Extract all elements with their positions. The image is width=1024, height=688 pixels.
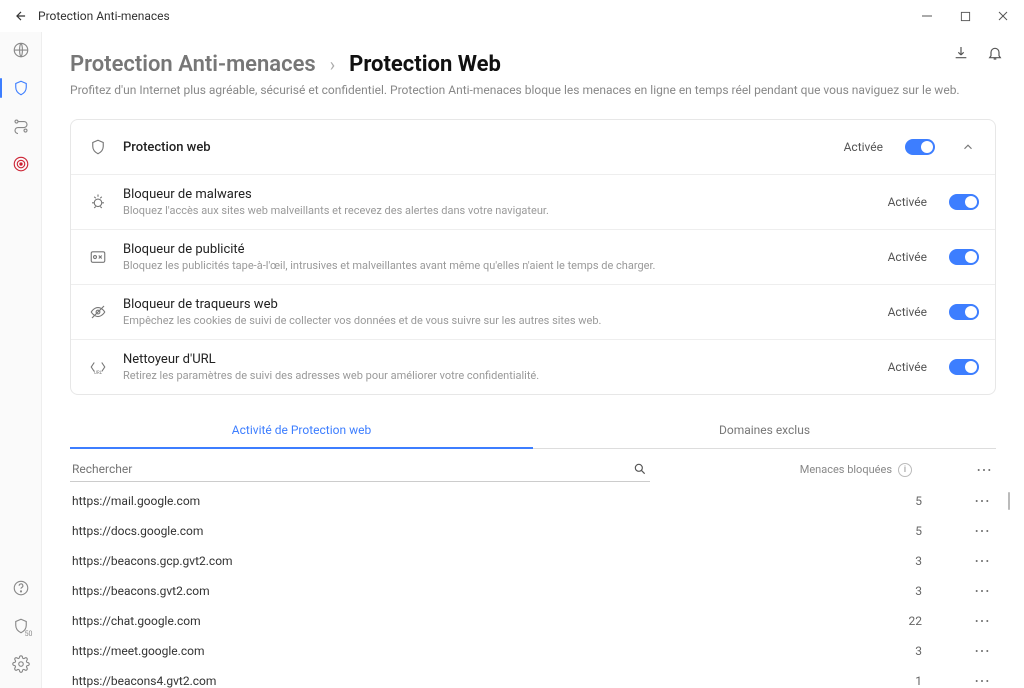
- table-row: https://mail.google.com5 ⋯: [70, 486, 996, 516]
- row-title: Nettoyeur d'URL: [123, 352, 874, 367]
- titlebar: Protection Anti-menaces: [0, 0, 1024, 32]
- top-right-actions: [952, 44, 1004, 62]
- row-count: 5: [652, 524, 930, 538]
- row-description: Empêchez les cookies de suivi de collect…: [123, 314, 874, 327]
- url-icon: URL: [87, 358, 109, 376]
- eye-off-icon: [87, 303, 109, 321]
- row-domain: https://beacons.gvt2.com: [72, 584, 652, 598]
- search-input[interactable]: [72, 462, 632, 476]
- search-icon[interactable]: [632, 461, 648, 477]
- table-header-menu[interactable]: ⋯: [972, 465, 996, 475]
- info-icon[interactable]: i: [898, 463, 912, 477]
- shield-outline-icon: [87, 138, 109, 156]
- row-title: Bloqueur de malwares: [123, 187, 874, 202]
- row-menu[interactable]: ⋯: [970, 676, 994, 686]
- row-description: Bloquez l'accès aux sites web malveillan…: [123, 204, 874, 217]
- breadcrumb-parent[interactable]: Protection Anti-menaces: [70, 52, 316, 77]
- toggle-web-protection[interactable]: [905, 139, 935, 155]
- download-icon[interactable]: [952, 44, 970, 62]
- bell-icon[interactable]: [986, 44, 1004, 62]
- row-menu[interactable]: ⋯: [970, 556, 994, 566]
- nav-shield-icon[interactable]: [11, 78, 31, 98]
- nav-target-icon[interactable]: [11, 154, 31, 174]
- page-title: Protection Web: [349, 52, 501, 77]
- row-count: 3: [652, 554, 930, 568]
- page-subtitle: Profitez d'un Internet plus agréable, sé…: [70, 83, 996, 97]
- row-url-cleaner: URL Nettoyeur d'URL Retirez les paramètr…: [71, 339, 995, 394]
- nav-shield-badge: 50: [25, 630, 33, 638]
- nav-globe-icon[interactable]: [11, 40, 31, 60]
- row-menu[interactable]: ⋯: [970, 526, 994, 536]
- row-count: 3: [652, 584, 930, 598]
- row-web-protection: Protection web Activée: [71, 120, 995, 174]
- row-status: Activée: [888, 305, 927, 319]
- row-menu[interactable]: ⋯: [970, 496, 994, 506]
- back-button[interactable]: [12, 7, 30, 25]
- toggle-ad-blocker[interactable]: [949, 249, 979, 265]
- row-domain: https://mail.google.com: [72, 494, 652, 508]
- table-row: https://beacons.gcp.gvt2.com3 ⋯: [70, 546, 996, 576]
- row-menu[interactable]: ⋯: [970, 616, 994, 626]
- minimize-button[interactable]: [918, 7, 936, 25]
- scrollbar-thumb[interactable]: [1008, 492, 1010, 510]
- row-count: 22: [652, 614, 930, 628]
- nav-help-icon[interactable]: [11, 578, 31, 598]
- nav-route-icon[interactable]: [11, 116, 31, 136]
- toggle-tracker-blocker[interactable]: [949, 304, 979, 320]
- row-domain: https://beacons.gcp.gvt2.com: [72, 554, 652, 568]
- window-title: Protection Anti-menaces: [38, 9, 170, 23]
- ad-block-icon: [87, 248, 109, 266]
- close-button[interactable]: [994, 7, 1012, 25]
- row-status: Activée: [888, 250, 927, 264]
- toggle-url-cleaner[interactable]: [949, 359, 979, 375]
- maximize-button[interactable]: [956, 7, 974, 25]
- column-header-threats: Menaces bloquées i: [670, 463, 912, 477]
- activity-table: https://mail.google.com5⋯https://docs.go…: [70, 486, 996, 688]
- toggle-malware-blocker[interactable]: [949, 194, 979, 210]
- row-description: Bloquez les publicités tape-à-l'œil, int…: [123, 259, 874, 272]
- table-header-row: Menaces bloquées i ⋯: [70, 457, 996, 482]
- tabbar: Activité de Protection web Domaines excl…: [70, 413, 996, 449]
- window-controls: [918, 7, 1012, 25]
- row-domain: https://chat.google.com: [72, 614, 652, 628]
- row-menu[interactable]: ⋯: [970, 646, 994, 656]
- main-content: Protection Anti-menaces › Protection Web…: [42, 32, 1024, 688]
- tab-activity[interactable]: Activité de Protection web: [70, 413, 533, 449]
- row-status: Activée: [888, 195, 927, 209]
- row-malware-blocker: Bloqueur de malwares Bloquez l'accès aux…: [71, 174, 995, 229]
- nav-shield-count-icon[interactable]: 50: [11, 616, 31, 636]
- table-row: https://beacons.gvt2.com3 ⋯: [70, 576, 996, 606]
- bug-icon: [87, 193, 109, 211]
- table-row: https://chat.google.com22 ⋯: [70, 606, 996, 636]
- settings-card: Protection web Activée Bloqueur de malwa…: [70, 119, 996, 395]
- chevron-right-icon: ›: [330, 55, 335, 76]
- row-title: Bloqueur de publicité: [123, 242, 874, 257]
- tab-excluded-domains[interactable]: Domaines exclus: [533, 413, 996, 449]
- row-title: Protection web: [123, 140, 830, 155]
- table-row: https://beacons4.gvt2.com1 ⋯: [70, 666, 996, 688]
- row-status: Activée: [844, 140, 883, 154]
- row-menu[interactable]: ⋯: [970, 586, 994, 596]
- row-count: 5: [652, 494, 930, 508]
- row-description: Retirez les paramètres de suivi des adre…: [123, 369, 874, 382]
- nav-settings-icon[interactable]: [11, 654, 31, 674]
- row-status: Activée: [888, 360, 927, 374]
- row-domain: https://beacons4.gvt2.com: [72, 674, 652, 688]
- row-tracker-blocker: Bloqueur de traqueurs web Empêchez les c…: [71, 284, 995, 339]
- row-domain: https://meet.google.com: [72, 644, 652, 658]
- row-count: 3: [652, 644, 930, 658]
- collapse-button[interactable]: [957, 136, 979, 158]
- row-domain: https://docs.google.com: [72, 524, 652, 538]
- table-row: https://meet.google.com3 ⋯: [70, 636, 996, 666]
- row-title: Bloqueur de traqueurs web: [123, 297, 874, 312]
- side-nav: 50: [0, 32, 42, 688]
- table-row: https://docs.google.com5 ⋯: [70, 516, 996, 546]
- svg-text:URL: URL: [94, 370, 103, 376]
- breadcrumb: Protection Anti-menaces › Protection Web: [70, 52, 996, 77]
- row-count: 1: [652, 674, 930, 688]
- search-box[interactable]: [70, 457, 650, 482]
- row-ad-blocker: Bloqueur de publicité Bloquez les public…: [71, 229, 995, 284]
